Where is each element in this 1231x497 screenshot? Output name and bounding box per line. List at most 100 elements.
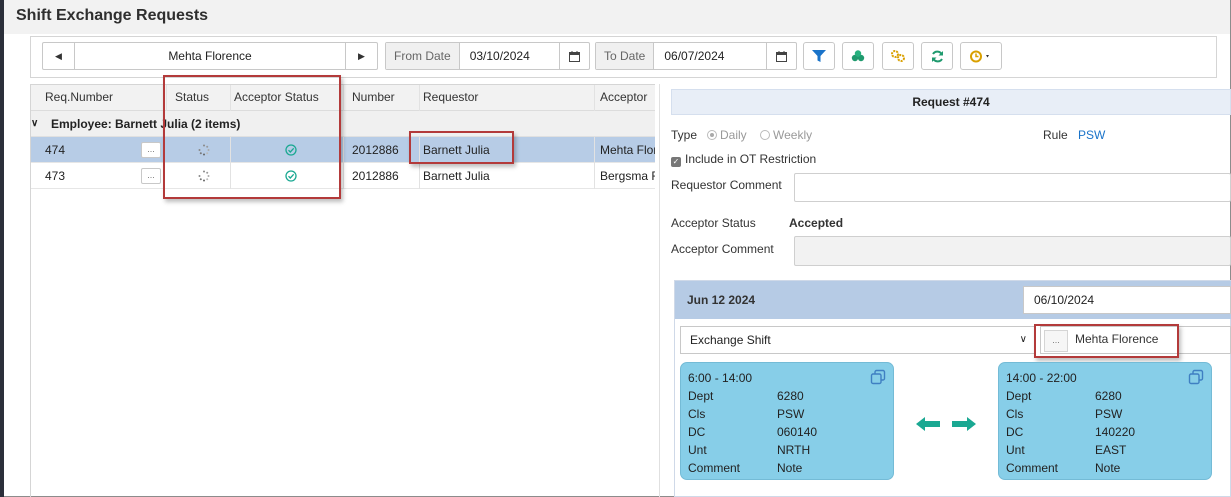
unt-label: Unt	[1006, 443, 1025, 457]
requestor-comment-label: Requestor Comment	[671, 178, 782, 192]
acceptor-comment-field	[794, 236, 1231, 266]
column-header-req-number[interactable]: Req.Number	[37, 85, 137, 111]
number-cell: 2012886	[344, 137, 420, 163]
rule-label: Rule	[1043, 128, 1068, 142]
type-daily-radio[interactable]: Daily	[707, 128, 747, 142]
column-header-acceptor-status[interactable]: Acceptor Status	[226, 85, 344, 111]
copy-icon[interactable]	[1188, 369, 1204, 385]
acceptor-picker[interactable]: ... Mehta Florence	[1040, 326, 1231, 354]
number-cell: 2012886	[344, 163, 420, 189]
history-icon	[970, 50, 989, 62]
chevron-left-icon: ◀	[55, 50, 62, 61]
employee-navigator: ◀ Mehta Florence ▶	[42, 42, 378, 70]
from-date-label: From Date	[386, 43, 460, 69]
radio-unchecked-icon	[760, 130, 770, 140]
column-header-status[interactable]: Status	[167, 85, 231, 111]
req-number-cell: 474	[45, 143, 66, 157]
refresh-icon	[931, 50, 943, 62]
check-circle-icon	[285, 170, 297, 182]
column-header-acceptor[interactable]: Acceptor	[592, 85, 655, 111]
detail-header: Request #474	[671, 89, 1231, 115]
exchange-type-select[interactable]: Exchange Shift ∨	[680, 326, 1036, 354]
next-employee-button[interactable]: ▶	[345, 43, 377, 69]
include-ot-label: Include in OT Restriction	[685, 152, 817, 166]
history-dropdown-button[interactable]	[960, 42, 1002, 70]
spinner-icon	[198, 170, 210, 182]
dept-value: 6280	[777, 389, 804, 403]
acceptor-comment-label: Acceptor Comment	[671, 242, 774, 256]
row-details-button[interactable]: ...	[141, 142, 161, 158]
chevron-down-icon: ∨	[31, 118, 39, 129]
swap-arrows-icon	[916, 417, 976, 431]
acceptor-name: Mehta Florence	[1075, 332, 1159, 346]
status-cell	[167, 137, 231, 163]
from-date-input[interactable]: 03/10/2024	[460, 43, 559, 69]
cls-label: Cls	[688, 407, 706, 421]
to-date-picker-button[interactable]	[766, 43, 796, 69]
include-ot-checkbox[interactable]: ✓ Include in OT Restriction	[671, 152, 816, 167]
to-date-field: To Date 06/07/2024	[595, 42, 797, 70]
type-weekly-radio[interactable]: Weekly	[760, 128, 812, 142]
refresh-button[interactable]	[921, 42, 953, 70]
requestor-cell: Barnett Julia	[415, 163, 595, 189]
acceptor-status-cell	[226, 163, 344, 189]
requestor-cell: Barnett Julia	[415, 137, 595, 163]
shift-time: 14:00 - 22:00	[1006, 371, 1077, 385]
chevron-right-icon: ▶	[358, 50, 365, 61]
dc-label: DC	[688, 425, 706, 439]
to-date-input[interactable]: 06/07/2024	[654, 43, 766, 69]
column-header-requestor[interactable]: Requestor	[415, 85, 595, 111]
settings-button[interactable]	[882, 42, 914, 70]
acceptor-status-label: Acceptor Status	[671, 216, 756, 230]
title-bar: Shift Exchange Requests	[4, 0, 1230, 34]
dc-value: 060140	[777, 425, 818, 439]
rule-value: PSW	[1078, 128, 1106, 142]
unt-value: EAST	[1095, 443, 1127, 457]
grid-header: Req.Number Status Acceptor Status Number…	[31, 85, 655, 111]
table-row[interactable]: 473 ... 2012886 Barnett Julia Bergsma F	[31, 163, 655, 189]
copy-icon[interactable]	[870, 369, 886, 385]
unt-value: NRTH	[777, 443, 811, 457]
group-button[interactable]	[842, 42, 874, 70]
previous-employee-button[interactable]: ◀	[43, 43, 75, 69]
acceptor-cell: Mehta Flor	[600, 143, 655, 157]
requests-grid: Req.Number Status Acceptor Status Number…	[30, 84, 655, 497]
dc-label: DC	[1006, 425, 1024, 439]
unt-label: Unt	[688, 443, 707, 457]
requestor-shift-card: 6:00 - 14:00 Dept 6280 Cls PSW DC 060140…	[680, 362, 894, 480]
comment-value: Note	[777, 461, 803, 475]
dept-value: 6280	[1095, 389, 1122, 403]
from-date-picker-button[interactable]	[559, 43, 589, 69]
req-number-cell: 473	[45, 169, 66, 183]
group-label: Employee: Barnett Julia (2 items)	[51, 117, 241, 131]
table-row[interactable]: 474 ... 2012886 Barnett Julia Mehta Flor	[31, 137, 655, 163]
employee-name[interactable]: Mehta Florence	[75, 43, 345, 69]
filter-icon	[812, 49, 826, 62]
exchange-date-label: Jun 12 2024	[687, 293, 756, 307]
acceptor-status-value: Accepted	[789, 216, 844, 230]
cls-value: PSW	[1095, 407, 1123, 421]
radio-checked-icon	[707, 130, 717, 140]
dept-label: Dept	[1006, 389, 1032, 403]
type-label: Type	[671, 128, 698, 142]
comment-label: Comment	[688, 461, 741, 475]
chevron-down-icon: ∨	[1019, 334, 1027, 345]
calendar-icon	[776, 50, 787, 62]
filter-button[interactable]	[803, 42, 835, 70]
exchange-type-value: Exchange Shift	[690, 333, 771, 347]
status-cell	[167, 163, 231, 189]
checkbox-checked-icon: ✓	[671, 157, 681, 167]
exchange-date-input[interactable]: 06/10/2024	[1023, 286, 1231, 314]
page-title: Shift Exchange Requests	[16, 7, 209, 24]
from-date-field: From Date 03/10/2024	[385, 42, 590, 70]
row-details-button[interactable]: ...	[141, 168, 161, 184]
column-header-number[interactable]: Number	[344, 85, 420, 111]
requestor-comment-field[interactable]	[794, 173, 1231, 202]
column-header-blank	[137, 85, 167, 111]
acceptor-lookup-button[interactable]: ...	[1044, 330, 1068, 352]
group-row-barnett-julia[interactable]: ∨ Employee: Barnett Julia (2 items)	[31, 111, 655, 137]
calendar-icon	[569, 50, 580, 62]
cls-value: PSW	[777, 407, 805, 421]
check-circle-icon	[285, 144, 297, 156]
pane-splitter[interactable]	[659, 84, 663, 497]
